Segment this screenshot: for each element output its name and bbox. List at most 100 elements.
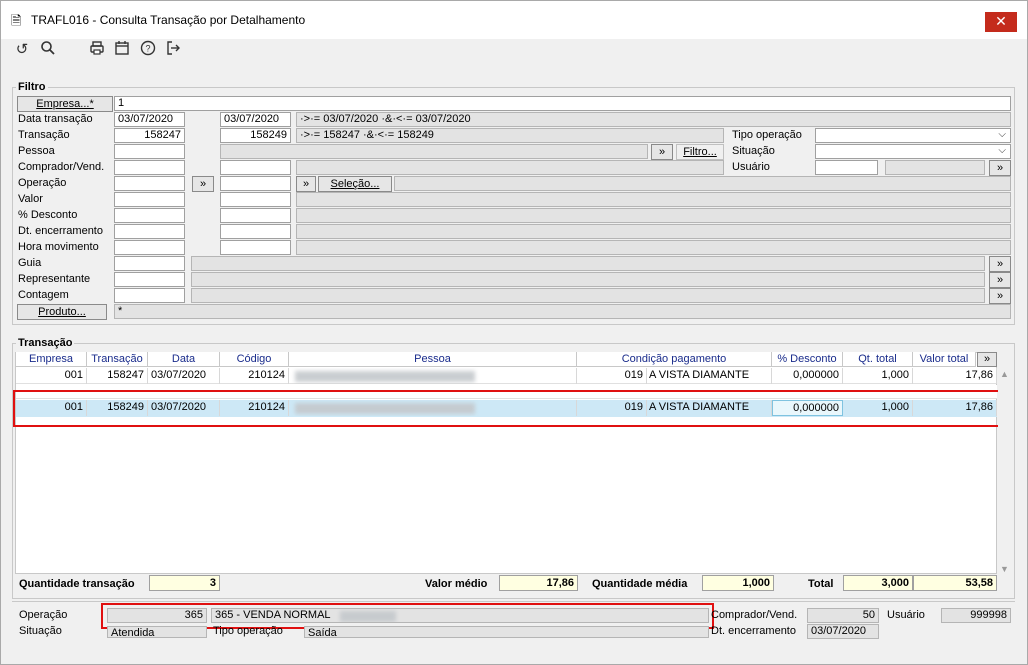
usuario-field[interactable] bbox=[815, 160, 878, 175]
desconto-to-field[interactable] bbox=[220, 208, 291, 223]
label-transacao: Transação bbox=[18, 129, 70, 141]
guia-arrow-button[interactable]: » bbox=[989, 256, 1011, 272]
help-icon[interactable]: ? bbox=[138, 40, 158, 60]
label-dt-encerramento: Dt. encerramento bbox=[18, 225, 103, 237]
label-guia: Guia bbox=[18, 257, 42, 269]
label-desconto: % Desconto bbox=[18, 209, 78, 221]
selecao-button[interactable]: Seleção... bbox=[318, 176, 392, 192]
qtd-transacao-label: Quantidade transação bbox=[19, 578, 135, 590]
columns-arrow-button[interactable]: » bbox=[977, 352, 997, 367]
situacao-label: Situação bbox=[732, 145, 775, 157]
label-hora-movimento: Hora movimento bbox=[18, 241, 99, 253]
close-button[interactable]: ✕ bbox=[985, 12, 1017, 32]
trans-to-field[interactable]: 158249 bbox=[220, 128, 291, 143]
col-qt-total[interactable]: Qt. total bbox=[843, 352, 913, 367]
dt-enc-to-field[interactable] bbox=[220, 224, 291, 239]
contagem-arrow-button[interactable]: » bbox=[989, 288, 1011, 304]
operacao-to-field[interactable] bbox=[220, 176, 291, 191]
usuario-label: Usuário bbox=[732, 161, 770, 173]
filtro-button[interactable]: Filtro... bbox=[676, 144, 724, 160]
dt-enc-from-field[interactable] bbox=[114, 224, 185, 239]
total-qt-value: 3,000 bbox=[843, 575, 913, 591]
col-transacao[interactable]: Transação bbox=[87, 352, 148, 367]
comprador-from-field[interactable] bbox=[114, 160, 185, 175]
pessoa-arrow-button[interactable]: » bbox=[651, 144, 673, 160]
valor-from-field[interactable] bbox=[114, 192, 185, 207]
print-icon[interactable] bbox=[87, 40, 107, 60]
representante-field[interactable] bbox=[114, 272, 185, 287]
cell-qt-total: 1,000 bbox=[843, 368, 913, 384]
col-valor-total[interactable]: Valor total bbox=[913, 352, 976, 367]
col-data[interactable]: Data bbox=[148, 352, 220, 367]
exit-icon[interactable] bbox=[163, 40, 183, 60]
col-condicao[interactable]: Condição pagamento bbox=[577, 352, 772, 367]
refresh-icon[interactable]: ↺ bbox=[12, 40, 32, 60]
empresa-button-label: Empresa...* bbox=[36, 98, 94, 110]
col-codigo[interactable]: Código bbox=[220, 352, 289, 367]
total-valor-value: 53,58 bbox=[913, 575, 997, 591]
divider bbox=[12, 601, 1015, 602]
col-pessoa[interactable]: Pessoa bbox=[289, 352, 577, 367]
pessoa-from-field[interactable] bbox=[114, 144, 185, 159]
scroll-up-icon[interactable]: ▲ bbox=[1000, 369, 1009, 379]
svg-text:?: ? bbox=[145, 44, 150, 54]
produto-field: * bbox=[114, 304, 1011, 319]
pessoa-desc bbox=[220, 144, 648, 159]
qtd-media-label: Quantidade média bbox=[592, 578, 688, 590]
trans-from-field[interactable]: 158247 bbox=[114, 128, 185, 143]
tipo-operacao-select[interactable]: ⌵ bbox=[815, 128, 1011, 143]
guia-field[interactable] bbox=[114, 256, 185, 271]
window-title: TRAFL016 - Consulta Transação por Detalh… bbox=[31, 13, 306, 27]
desconto-from-field[interactable] bbox=[114, 208, 185, 223]
scroll-down-icon[interactable]: ▼ bbox=[1000, 564, 1009, 574]
cell-condicao: A VISTA DIAMANTE bbox=[646, 368, 772, 384]
data-to-field[interactable]: 03/07/2020 bbox=[220, 112, 291, 127]
comprador-detail-label: Comprador/Vend. bbox=[711, 609, 798, 621]
cell-codigo: 210124 bbox=[220, 368, 289, 384]
chevron-down-icon: ⌵ bbox=[998, 145, 1006, 156]
col-empresa[interactable]: Empresa bbox=[16, 352, 87, 367]
operacao-arrow-button[interactable]: » bbox=[192, 176, 214, 192]
usuario-arrow-button[interactable]: » bbox=[989, 160, 1011, 176]
contagem-desc bbox=[191, 288, 985, 303]
vertical-scrollbar[interactable]: ▲ ▼ bbox=[998, 369, 1011, 574]
operacao-from-field[interactable] bbox=[114, 176, 185, 191]
cell-pessoa bbox=[289, 368, 577, 384]
label-contagem: Contagem bbox=[18, 289, 69, 301]
valor-to-field[interactable] bbox=[220, 192, 291, 207]
hora-expression bbox=[296, 240, 1011, 255]
cell-valor-total: 17,86 bbox=[913, 368, 997, 384]
tipo-operacao-detail-label: Tipo operação bbox=[213, 625, 283, 637]
hora-to-field[interactable] bbox=[220, 240, 291, 255]
filtro-button-label: Filtro... bbox=[683, 146, 717, 158]
empresa-button[interactable]: Empresa...* bbox=[17, 96, 113, 112]
col-desconto[interactable]: % Desconto bbox=[772, 352, 843, 367]
hora-from-field[interactable] bbox=[114, 240, 185, 255]
main-window: 🗎 TRAFL016 - Consulta Transação por Deta… bbox=[0, 0, 1028, 665]
label-comprador: Comprador/Vend. bbox=[18, 161, 105, 173]
representante-arrow-button[interactable]: » bbox=[989, 272, 1011, 288]
cell-empresa: 001 bbox=[16, 368, 87, 384]
situacao-select[interactable]: ⌵ bbox=[815, 144, 1011, 159]
data-from-field[interactable]: 03/07/2020 bbox=[114, 112, 185, 127]
calendar-icon[interactable] bbox=[112, 40, 132, 60]
highlight-box-row bbox=[13, 390, 1002, 427]
cell-transacao: 158247 bbox=[87, 368, 148, 384]
search-icon[interactable] bbox=[38, 40, 58, 60]
empresa-field[interactable]: 1 bbox=[114, 96, 1011, 111]
valor-expression bbox=[296, 192, 1011, 207]
usuario-detail-label: Usuário bbox=[887, 609, 925, 621]
transacao-title: Transação bbox=[16, 337, 75, 349]
representante-desc bbox=[191, 272, 985, 287]
usuario-value: 999998 bbox=[941, 608, 1011, 623]
comprador-desc bbox=[296, 160, 724, 175]
produto-button[interactable]: Produto... bbox=[17, 304, 107, 320]
contagem-field[interactable] bbox=[114, 288, 185, 303]
filtro-title: Filtro bbox=[16, 81, 48, 93]
comprador-to-field[interactable] bbox=[220, 160, 291, 175]
label-valor: Valor bbox=[18, 193, 43, 205]
cell-desconto: 0,000000 bbox=[772, 368, 843, 384]
label-representante: Representante bbox=[18, 273, 91, 285]
cell-data: 03/07/2020 bbox=[148, 368, 220, 384]
selecao-arrow-button[interactable]: » bbox=[296, 176, 316, 192]
